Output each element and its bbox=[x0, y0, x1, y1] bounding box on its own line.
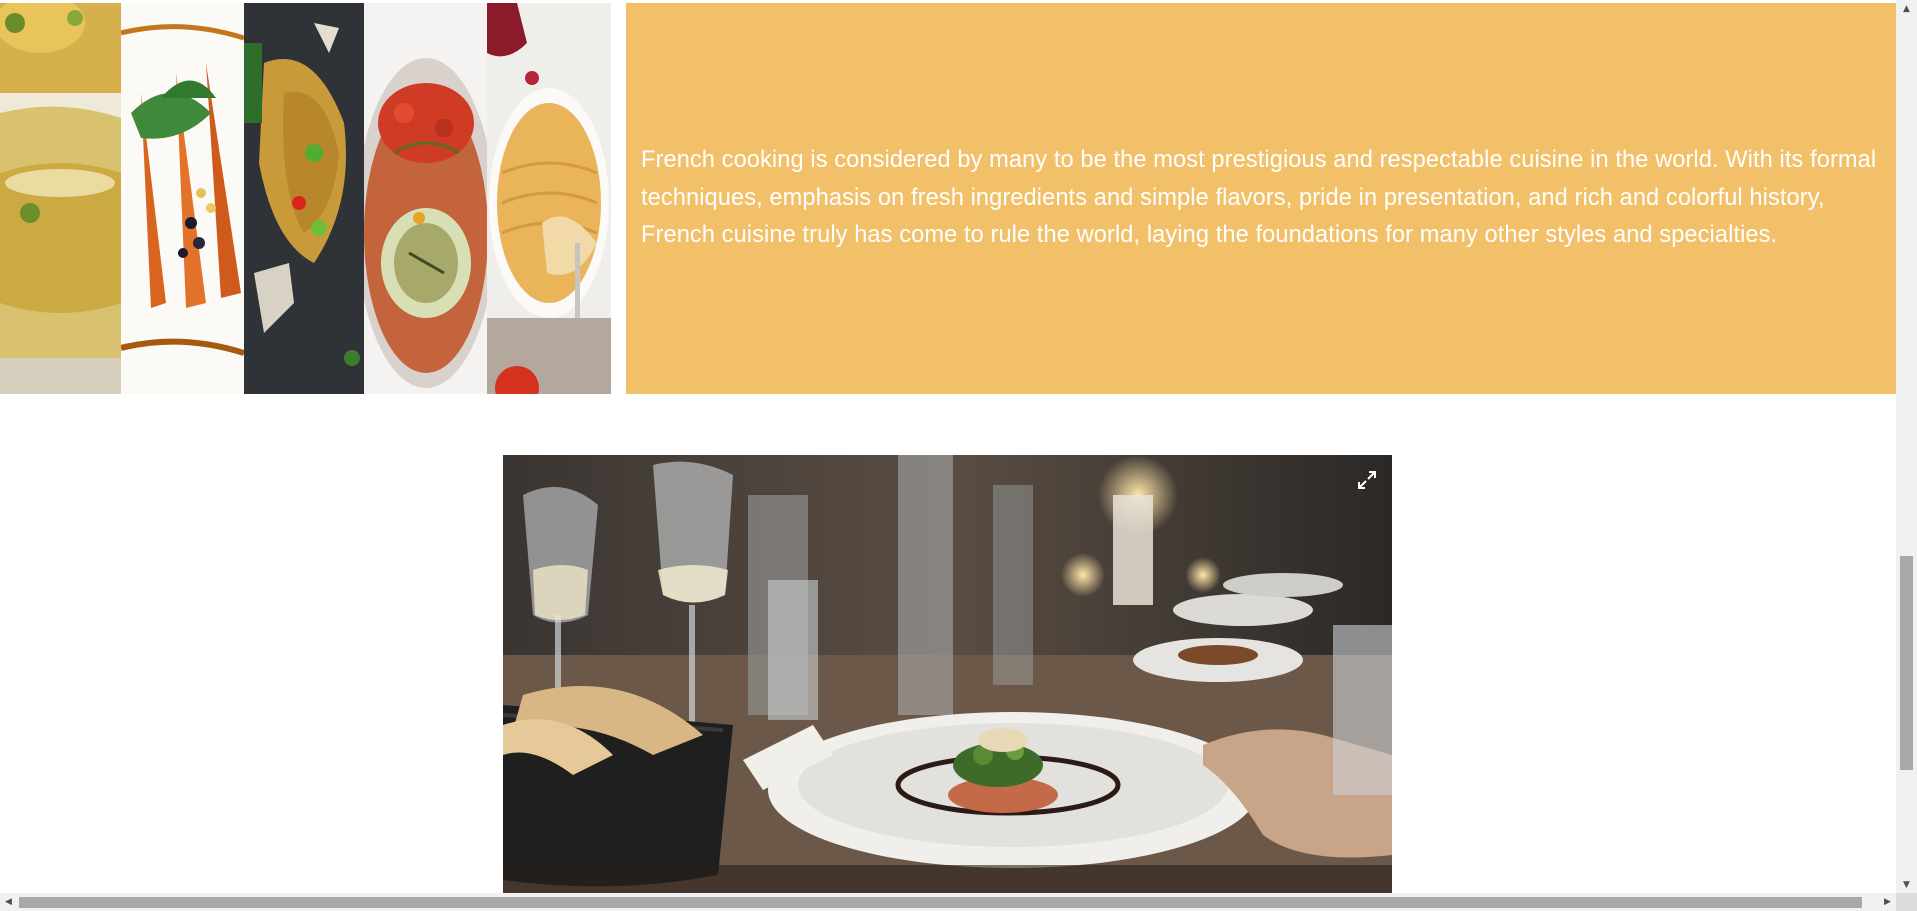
horizontal-scrollbar-thumb[interactable] bbox=[19, 897, 1862, 908]
page: French cooking is considered by many to … bbox=[0, 0, 1896, 893]
arrow-up-icon[interactable]: ▲ bbox=[1896, 0, 1917, 17]
vertical-scrollbar[interactable]: ▲ ▼ bbox=[1896, 0, 1917, 893]
expand-icon[interactable] bbox=[1356, 469, 1378, 491]
chicken-curry-image bbox=[244, 3, 364, 394]
horizontal-scrollbar[interactable]: ◀ ▶ bbox=[0, 893, 1896, 911]
scrollbar-corner bbox=[1896, 893, 1917, 911]
stuffed-zucchini-image bbox=[364, 3, 487, 394]
tea-glasses-image bbox=[0, 3, 121, 394]
arrow-right-icon[interactable]: ▶ bbox=[1879, 893, 1896, 911]
intro-panel: French cooking is considered by many to … bbox=[626, 3, 1896, 394]
roasted-carrots-image bbox=[121, 3, 244, 394]
food-gallery bbox=[0, 3, 626, 394]
arrow-left-icon[interactable]: ◀ bbox=[0, 893, 17, 911]
vertical-scrollbar-thumb[interactable] bbox=[1900, 556, 1913, 770]
shepherds-pie-image bbox=[487, 3, 611, 394]
dining-photo[interactable] bbox=[503, 455, 1392, 893]
arrow-down-icon[interactable]: ▼ bbox=[1896, 876, 1917, 893]
strip-gap bbox=[611, 3, 626, 394]
intro-text: French cooking is considered by many to … bbox=[641, 147, 1877, 249]
